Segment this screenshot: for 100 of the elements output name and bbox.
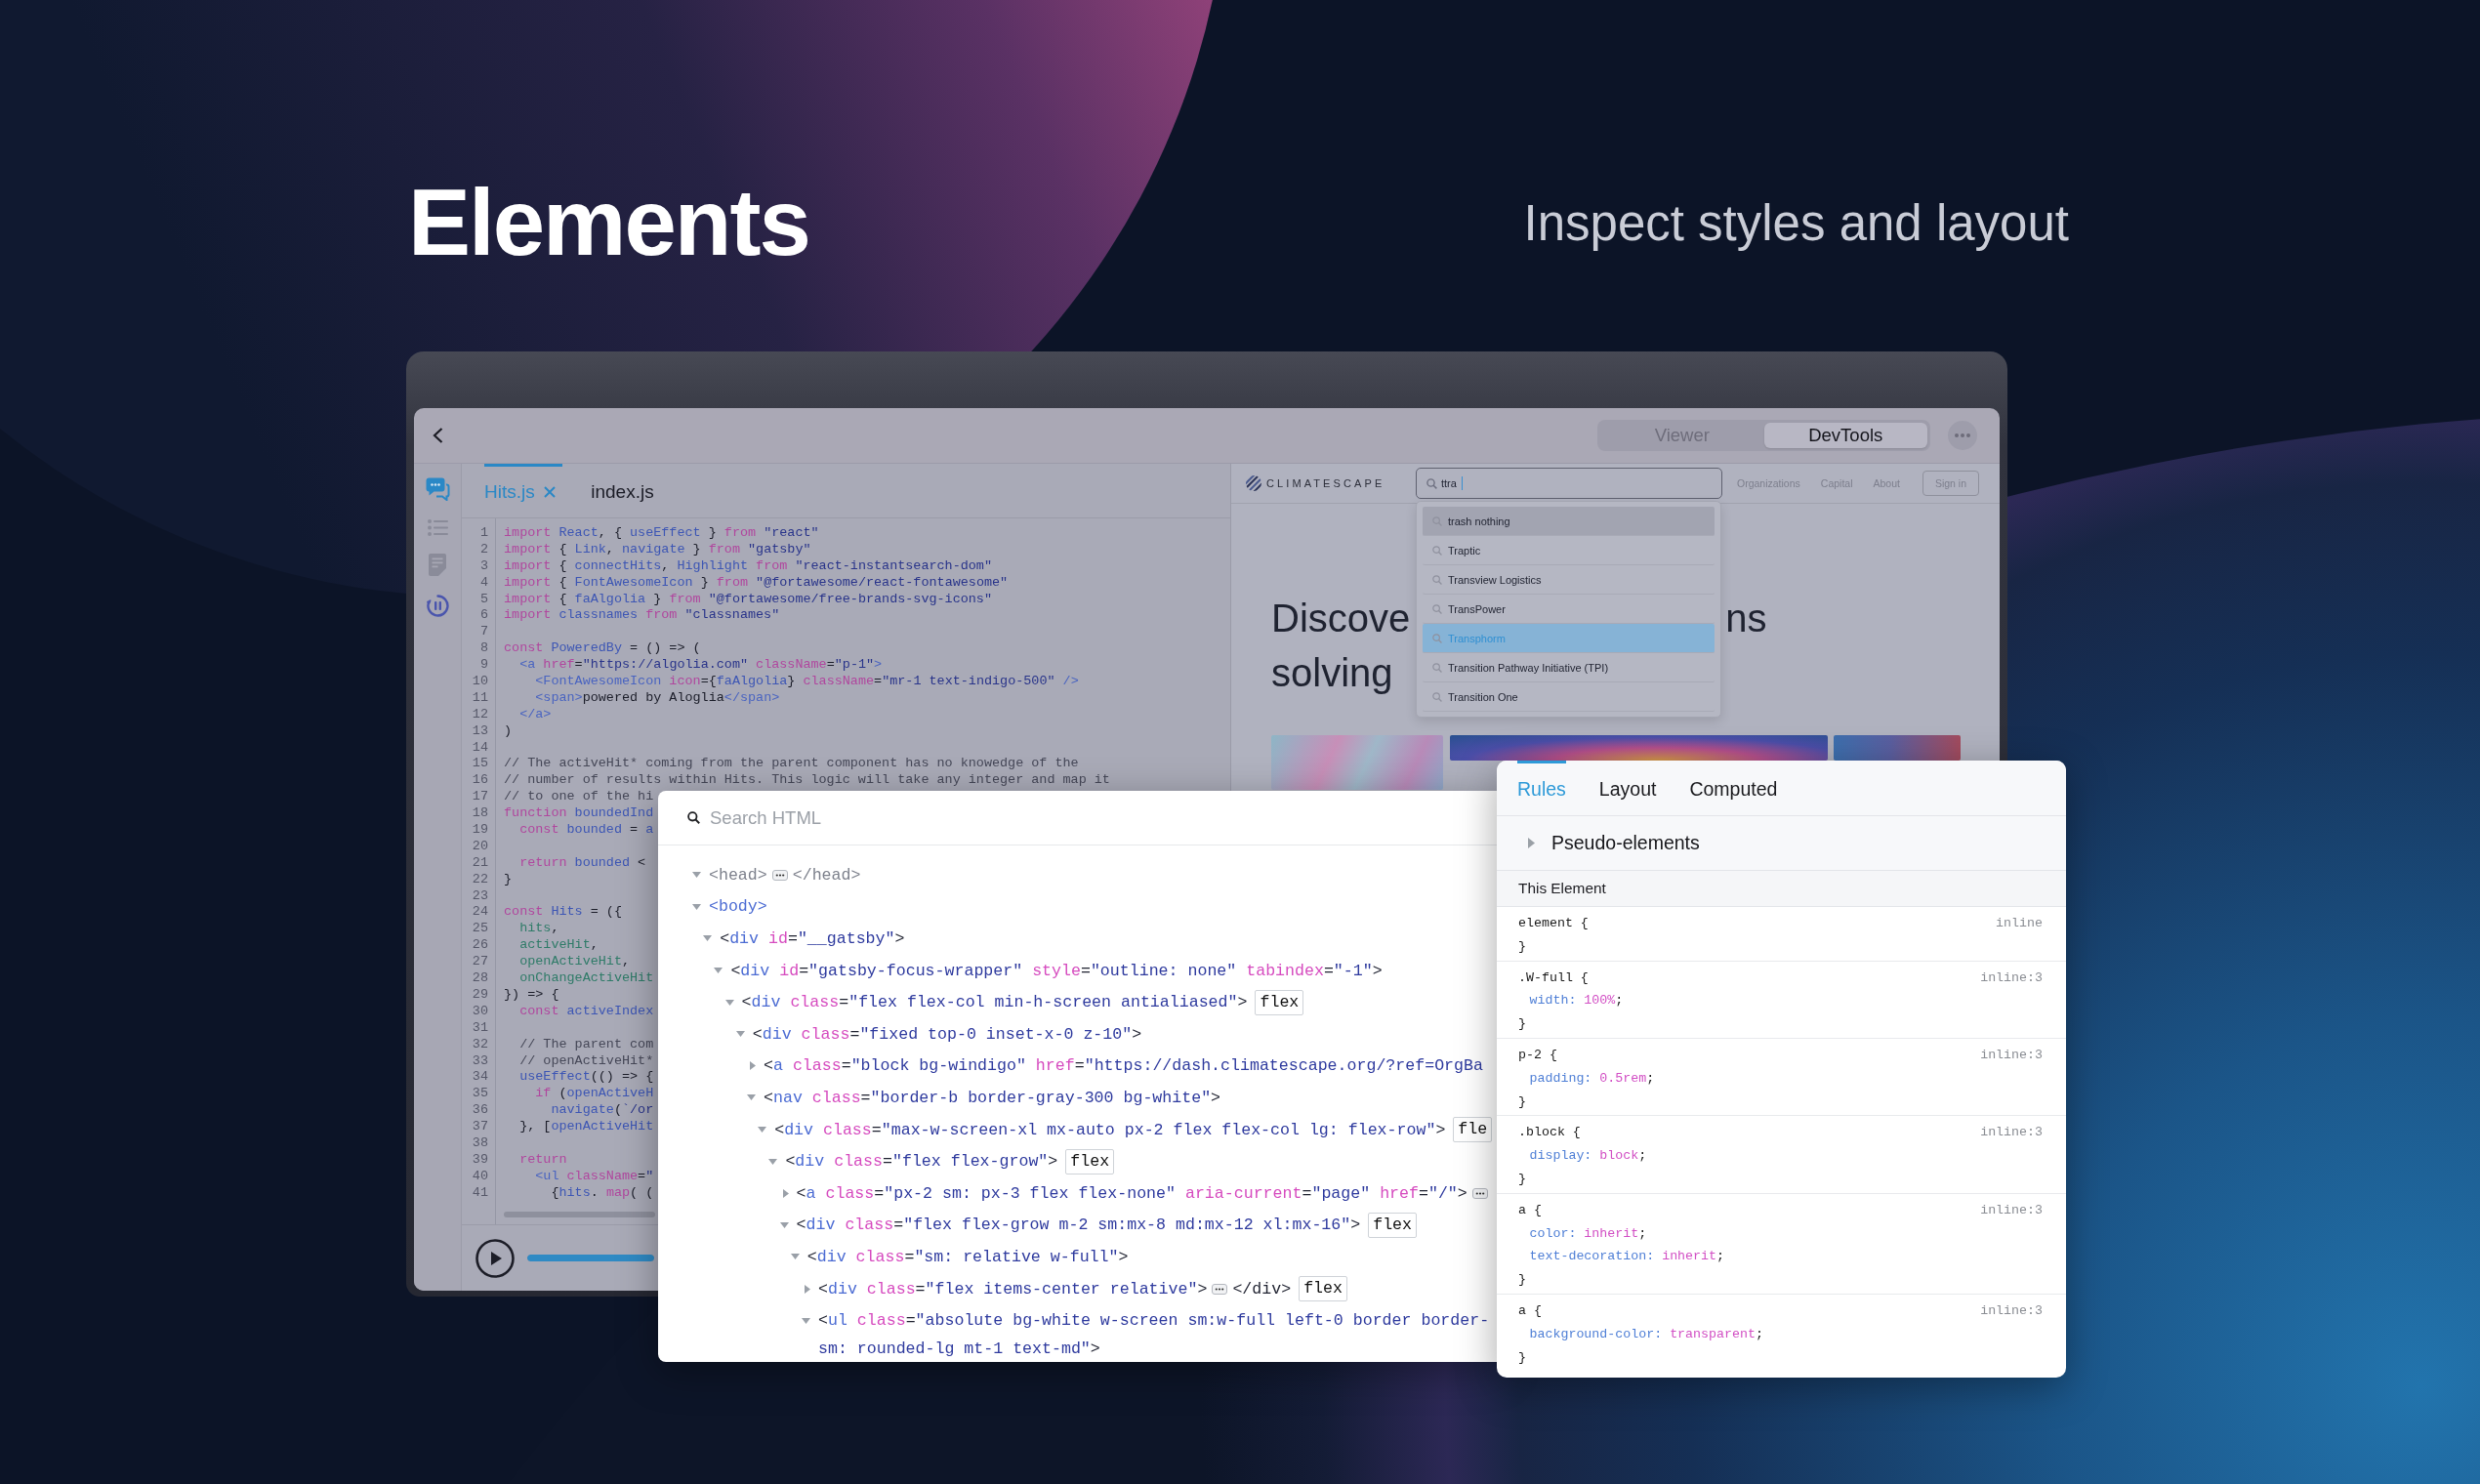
css-declaration[interactable]: background-color: transparent; — [1518, 1322, 1763, 1346]
caret-icon[interactable] — [750, 1061, 756, 1071]
code-line: return bounded < — [519, 854, 646, 872]
suggestion-item[interactable]: trash nothing — [1423, 507, 1715, 536]
html-closing-tag[interactable]: </head> — [792, 865, 861, 885]
caret-icon[interactable] — [724, 999, 734, 1006]
html-closing-tag[interactable]: </div> — [1232, 1279, 1292, 1298]
display-badge[interactable]: flex — [1368, 1212, 1418, 1238]
section-toggle[interactable]: Pseudo-elements — [1497, 816, 2066, 871]
line-number: 35 — [471, 1086, 489, 1103]
caret-icon[interactable] — [714, 968, 723, 974]
html-tag-line[interactable]: <div class="max-w-screen-xl mx-auto px-2 flex flex-col lg: flex-row"> — [774, 1120, 1446, 1139]
caret-icon[interactable] — [782, 1188, 789, 1198]
back-icon[interactable] — [433, 428, 443, 443]
chat-bubbles-icon[interactable] — [425, 477, 450, 501]
html-tag-line[interactable]: <div class="flex flex-grow m-2 sm:mx-8 md:mx-12 xl:mx-16"> — [796, 1216, 1361, 1235]
css-declaration[interactable]: width: 100%; — [1518, 989, 1624, 1013]
html-tag-line[interactable]: <a class="px-2 sm: px-3 flex flex-none" aria-current="page" href="/"> — [796, 1183, 1467, 1203]
line-number: 33 — [471, 1052, 489, 1070]
html-tag-line[interactable]: <div class="fixed top-0 inset-x-0 z-10"> — [752, 1024, 1142, 1044]
hero-heading: ns — [1725, 596, 1767, 641]
caret-icon[interactable] — [703, 935, 713, 942]
html-tag-line[interactable]: <div id="gatsby-focus-wrapper" style="outline: none" tabindex="-1"> — [730, 961, 1383, 980]
css-declaration[interactable]: color: inherit; — [1518, 1221, 1647, 1246]
panel-tab[interactable]: Computed — [1689, 761, 1778, 815]
search-icon — [1432, 574, 1442, 585]
line-number: 4 — [478, 574, 489, 592]
scrollbar[interactable] — [504, 1211, 655, 1217]
html-tag-line[interactable]: <ul class="absolute bg-white w-screen sm:w-full left-0 border border- — [818, 1311, 1490, 1331]
caret-icon[interactable] — [692, 903, 701, 910]
code-line: function boundedInd — [504, 805, 654, 823]
more-icon[interactable] — [1948, 421, 1977, 450]
caret-icon[interactable] — [1528, 838, 1535, 848]
ellipsis-icon[interactable] — [1471, 1187, 1488, 1199]
close-icon[interactable] — [543, 486, 556, 498]
css-declaration[interactable]: display: block; — [1518, 1144, 1647, 1168]
html-tag-line[interactable]: <nav class="border-b border-gray-300 bg-white"> — [764, 1088, 1221, 1107]
caret-icon[interactable] — [692, 872, 701, 879]
search-field[interactable]: Search HTML — [710, 806, 1003, 829]
code-line: import classnames from "classnames" — [504, 607, 780, 625]
caret-icon[interactable] — [735, 1031, 745, 1038]
code-line: ) — [504, 722, 513, 740]
pause-circle-icon[interactable] — [426, 594, 449, 617]
html-tag-line[interactable]: <div class="flex items-center relative"> — [818, 1279, 1208, 1298]
site-logo-text[interactable]: CLIMATESCAPE — [1266, 477, 1385, 489]
line-number: 31 — [471, 1019, 489, 1037]
caret-icon[interactable] — [747, 1094, 756, 1101]
html-tag-line[interactable]: <head> — [709, 865, 767, 885]
suggestion-item[interactable]: Transition One — [1423, 682, 1715, 712]
code-line: if (openActiveH — [535, 1086, 654, 1103]
code-line: {hits. map( ( — [551, 1184, 654, 1202]
file-tab[interactable]: index.js — [591, 464, 661, 517]
search-icon — [687, 811, 700, 824]
html-tag-line[interactable]: <div id="__gatsby"> — [720, 929, 905, 948]
html-tag-line[interactable]: sm: rounded-lg mt-1 text-md"> — [818, 1340, 1100, 1359]
html-tag-line[interactable]: <body> — [709, 897, 767, 917]
closing-brace: } — [1518, 1015, 1526, 1034]
suggestion-item[interactable]: Traptic — [1423, 536, 1715, 565]
html-tag-line[interactable]: <a class="block bg-windigo" href="https://dash.climatescape.org/?ref=OrgBa — [764, 1056, 1483, 1076]
css-declaration[interactable]: padding: 0.5rem; — [1518, 1066, 1655, 1091]
caret-icon[interactable] — [758, 1127, 767, 1134]
display-badge[interactable]: fle — [1453, 1117, 1493, 1143]
html-tag-line[interactable]: <div class="flex flex-col min-h-screen antialiased"> — [741, 993, 1248, 1012]
closing-brace: } — [1518, 1092, 1526, 1111]
suggestion-item[interactable]: Transition Pathway Initiative (TPI) — [1423, 653, 1715, 682]
caret-icon[interactable] — [779, 1221, 789, 1228]
display-badge[interactable]: flex — [1299, 1276, 1347, 1301]
hero-heading: solving — [1271, 650, 1393, 696]
code-line: <ul className=" — [535, 1168, 654, 1185]
css-declaration[interactable]: text-decoration: inherit; — [1518, 1245, 1724, 1269]
list-icon[interactable] — [427, 518, 448, 536]
code-line: return — [519, 1151, 567, 1169]
line-number: 26 — [471, 937, 489, 955]
css-selector: .W-full { — [1518, 969, 1589, 987]
play-icon[interactable] — [475, 1238, 515, 1278]
caret-icon[interactable] — [790, 1254, 800, 1260]
line-number: 13 — [471, 722, 489, 740]
panel-tab[interactable]: Layout — [1598, 761, 1657, 815]
line-number: 36 — [471, 1102, 489, 1120]
line-number: 38 — [471, 1134, 489, 1152]
html-tag-line[interactable]: <div class="sm: relative w-full"> — [806, 1247, 1129, 1266]
document-icon[interactable] — [429, 554, 446, 576]
caret-icon[interactable] — [768, 1158, 778, 1165]
display-badge[interactable]: flex — [1065, 1148, 1115, 1175]
css-selector: .block { — [1518, 1124, 1581, 1142]
suggestion-item[interactable]: Transview Logistics — [1423, 565, 1715, 595]
view-mode-tab[interactable]: DevTools — [1763, 423, 1927, 448]
search-field[interactable]: ttra — [1416, 468, 1722, 499]
closing-brace: } — [1518, 1271, 1526, 1290]
html-tag-line[interactable]: <div class="flex flex-grow"> — [785, 1152, 1058, 1172]
ellipsis-icon[interactable] — [771, 869, 788, 881]
display-badge[interactable]: flex — [1255, 989, 1304, 1015]
code-line: // The parent com — [519, 1036, 654, 1053]
code-line: <span>powered by Aloglia</span> — [535, 689, 780, 707]
line-number: 3 — [478, 557, 489, 575]
caret-icon[interactable] — [802, 1317, 810, 1324]
closing-brace: } — [1518, 937, 1526, 956]
caret-icon[interactable] — [805, 1284, 810, 1294]
ellipsis-icon[interactable] — [1212, 1283, 1228, 1295]
code-line: }, [openActiveHit — [519, 1119, 654, 1135]
